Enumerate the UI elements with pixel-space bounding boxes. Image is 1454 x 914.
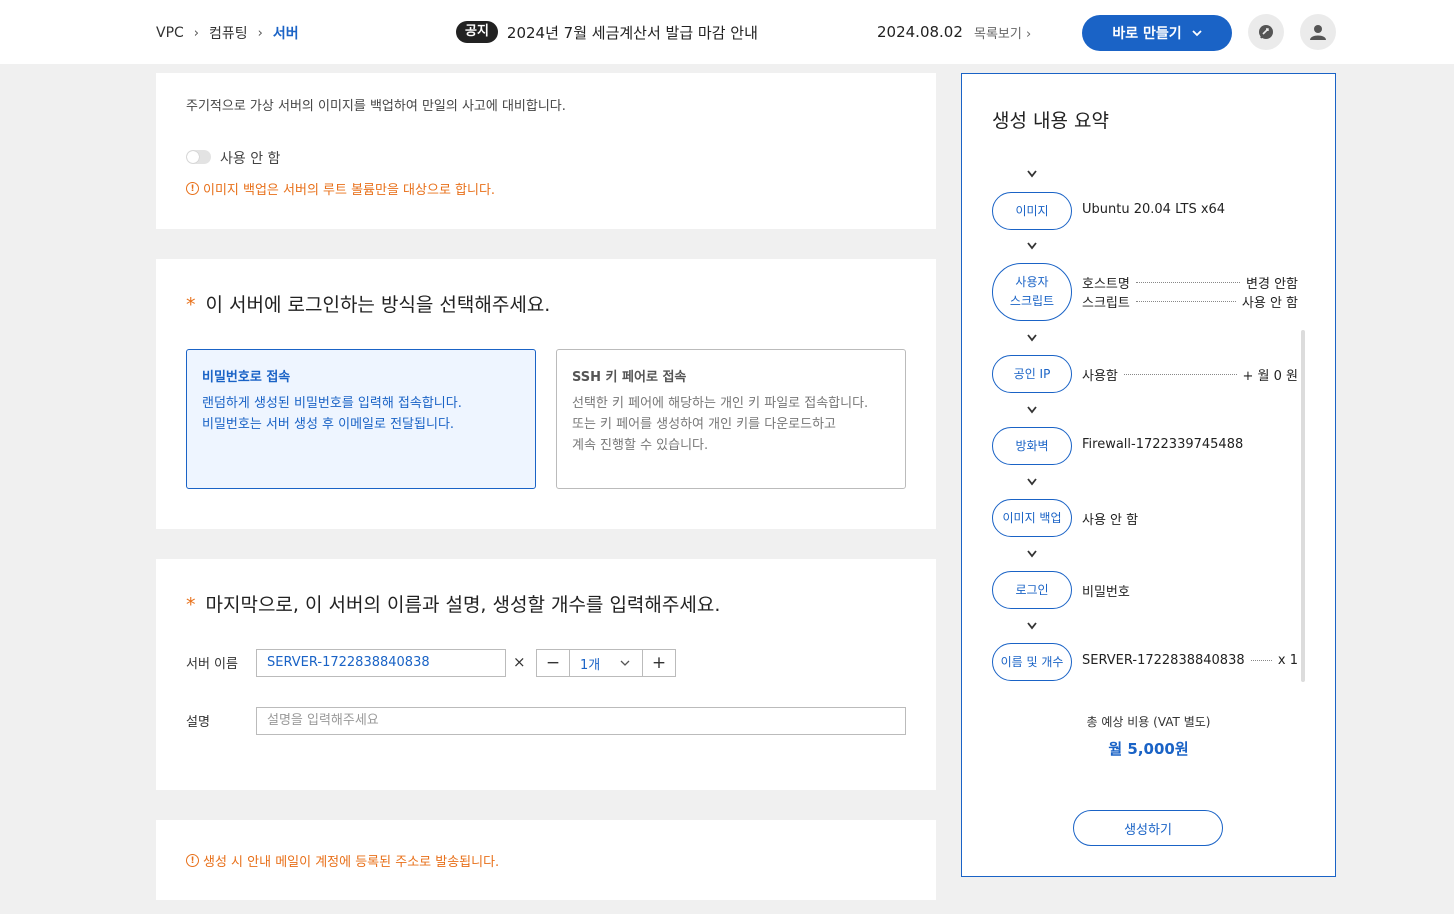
summary-name-row: SERVER-1722838840838 x 1	[1082, 653, 1298, 668]
summary-scrollbar[interactable]	[1301, 330, 1305, 682]
mail-warning: ! 생성 시 안내 메일이 계정에 등록된 주소로 발송됩니다.	[186, 851, 499, 870]
login-option-ssh-key[interactable]: SSH 키 페어로 접속 선택한 키 페어에 해당하는 개인 키 파일로 접속합…	[556, 349, 906, 489]
warning-icon: !	[186, 182, 199, 195]
account-button[interactable]	[1300, 14, 1336, 50]
chevron-down-icon	[1027, 622, 1037, 630]
notice-list-label: 목록보기	[974, 27, 1022, 42]
backup-toggle-label: 사용 안 함	[220, 151, 281, 167]
quantity-stepper: − 1개 +	[536, 649, 676, 677]
summary-public-ip-row: 사용함 + 월 0 원	[1082, 365, 1298, 384]
summary-pill-image[interactable]: 이미지	[992, 192, 1072, 230]
server-name-label: 서버 이름	[186, 657, 238, 672]
summary-backup-value: 사용 안 함	[1082, 509, 1298, 528]
backup-warning-text: 이미지 백업은 서버의 루트 볼륨만을 대상으로 합니다.	[203, 183, 496, 198]
mail-warning-text: 생성 시 안내 메일이 계정에 등록된 주소로 발송됩니다.	[203, 855, 500, 870]
login-value: 비밀번호	[1082, 585, 1130, 600]
option-line: 비밀번호는 서버 생성 후 이메일로 전달됩니다.	[202, 417, 455, 432]
summary-pill-firewall[interactable]: 방화벽	[992, 427, 1072, 465]
server-name-input[interactable]: SERVER-1722838840838	[256, 649, 506, 677]
chevron-down-icon	[1027, 170, 1037, 178]
summary-pill-login[interactable]: 로그인	[992, 571, 1072, 609]
quick-create-label: 바로 만들기	[1112, 26, 1182, 42]
chevron-right-icon: ›	[257, 25, 263, 41]
breadcrumb-computing[interactable]: 컴퓨팅	[209, 23, 248, 43]
summary-script-row: 스크립트 사용 안 함	[1082, 292, 1298, 311]
chevron-down-icon	[620, 660, 630, 666]
required-mark: *	[186, 294, 196, 316]
public-ip-price: + 월 0 원	[1242, 369, 1298, 384]
hostname-value: 변경 안함	[1246, 277, 1298, 292]
summary-title: 생성 내용 요약	[992, 110, 1109, 132]
chevron-down-icon	[1027, 242, 1037, 250]
notice-badge: 공지	[456, 21, 498, 43]
notice-banner[interactable]: 공지 2024년 7월 세금계산서 발급 마감 안내	[456, 21, 758, 43]
user-script-label: 사용자 스크립트	[1009, 275, 1055, 308]
chevron-right-icon: ›	[193, 25, 199, 41]
option-description: 랜덤하게 생성된 비밀번호를 입력해 접속합니다. 비밀번호는 서버 생성 후 …	[202, 393, 520, 435]
login-title-text: 이 서버에 로그인하는 방식을 선택해주세요.	[205, 294, 551, 316]
decrement-button[interactable]: −	[537, 650, 569, 676]
summary-firewall-value: Firewall-1722339745488	[1082, 437, 1298, 452]
chevron-down-icon	[1192, 29, 1202, 36]
summary-hostname-row: 호스트명 변경 안함	[1082, 273, 1298, 292]
total-cost-value: 월 5,000원	[1108, 740, 1189, 758]
hostname-key: 호스트명	[1082, 277, 1130, 292]
summary-pill-name-count[interactable]: 이름 및 개수	[992, 643, 1072, 681]
option-line: 계속 진행할 수 있습니다.	[572, 438, 709, 453]
backup-toggle[interactable]	[186, 150, 211, 164]
summary-pill-user-script[interactable]: 사용자 스크립트	[992, 263, 1072, 321]
notice-date: 2024.08.02	[877, 23, 963, 41]
chevron-right-icon: ›	[1025, 27, 1032, 42]
option-title: SSH 키 페어로 접속	[572, 370, 687, 385]
login-section-title: * 이 서버에 로그인하는 방식을 선택해주세요.	[186, 290, 550, 317]
backup-description: 주기적으로 가상 서버의 이미지를 백업하여 만일의 사고에 대비합니다.	[186, 99, 566, 114]
name-count: x 1	[1277, 653, 1298, 668]
submit-create-button[interactable]: 생성하기	[1073, 810, 1223, 846]
script-value: 사용 안 함	[1241, 296, 1298, 311]
backup-warning: ! 이미지 백업은 서버의 루트 볼륨만을 대상으로 합니다.	[186, 179, 495, 198]
image-value: Ubuntu 20.04 LTS x64	[1082, 202, 1226, 217]
breadcrumb-server[interactable]: 서버	[273, 23, 299, 43]
chevron-down-icon	[1027, 334, 1037, 342]
name-value: SERVER-1722838840838	[1082, 653, 1245, 668]
total-cost-label: 총 예상 비용 (VAT 별도)	[1086, 715, 1211, 729]
option-description: 선택한 키 페어에 해당하는 개인 키 파일로 접속합니다. 또는 키 페어를 …	[572, 393, 890, 456]
summary-image-value: Ubuntu 20.04 LTS x64	[1082, 202, 1298, 217]
increment-button[interactable]: +	[643, 650, 675, 676]
option-title: 비밀번호로 접속	[202, 370, 291, 385]
description-input[interactable]: 설명을 입력해주세요	[256, 707, 906, 735]
quantity-value: 1개	[580, 657, 601, 673]
notice-text[interactable]: 2024년 7월 세금계산서 발급 마감 안내	[507, 22, 758, 43]
firewall-value: Firewall-1722339745488	[1082, 437, 1244, 452]
script-key: 스크립트	[1082, 296, 1130, 311]
required-mark: *	[186, 594, 196, 616]
chevron-down-icon	[1027, 550, 1037, 558]
name-title-text: 마지막으로, 이 서버의 이름과 설명, 생성할 개수를 입력해주세요.	[205, 594, 721, 616]
backup-value: 사용 안 함	[1082, 513, 1139, 528]
description-label: 설명	[186, 715, 210, 730]
summary-pill-image-backup[interactable]: 이미지 백업	[992, 499, 1072, 537]
breadcrumb: VPC › 컴퓨팅 › 서버	[156, 23, 299, 43]
option-line: 랜덤하게 생성된 비밀번호를 입력해 접속합니다.	[202, 396, 462, 411]
summary-login-value: 비밀번호	[1082, 581, 1298, 600]
user-icon	[1310, 25, 1326, 40]
warning-icon: !	[186, 854, 199, 867]
summary-panel: 생성 내용 요약 이미지 Ubuntu 20.04 LTS x64 사용자 스크립…	[961, 73, 1336, 877]
chat-bubble-icon	[1259, 25, 1273, 39]
summary-pill-public-ip[interactable]: 공인 IP	[992, 355, 1072, 393]
multiply-sign: ×	[513, 653, 526, 671]
quick-create-button[interactable]: 바로 만들기	[1082, 15, 1232, 51]
notice-list-link[interactable]: 목록보기 ›	[974, 23, 1031, 42]
breadcrumb-vpc[interactable]: VPC	[156, 25, 184, 41]
name-section-title: * 마지막으로, 이 서버의 이름과 설명, 생성할 개수를 입력해주세요.	[186, 590, 720, 617]
feedback-button[interactable]	[1248, 14, 1284, 50]
chevron-down-icon	[1027, 406, 1037, 414]
option-line: 선택한 키 페어에 해당하는 개인 키 파일로 접속합니다.	[572, 396, 869, 411]
public-ip-value: 사용함	[1082, 369, 1118, 384]
quantity-select[interactable]: 1개	[569, 650, 643, 676]
top-header: VPC › 컴퓨팅 › 서버 공지 2024년 7월 세금계산서 발급 마감 안…	[0, 0, 1454, 64]
option-line: 또는 키 페어를 생성하여 개인 키를 다운로드하고	[572, 417, 836, 432]
login-option-password[interactable]: 비밀번호로 접속 랜덤하게 생성된 비밀번호를 입력해 접속합니다. 비밀번호는…	[186, 349, 536, 489]
chevron-down-icon	[1027, 478, 1037, 486]
